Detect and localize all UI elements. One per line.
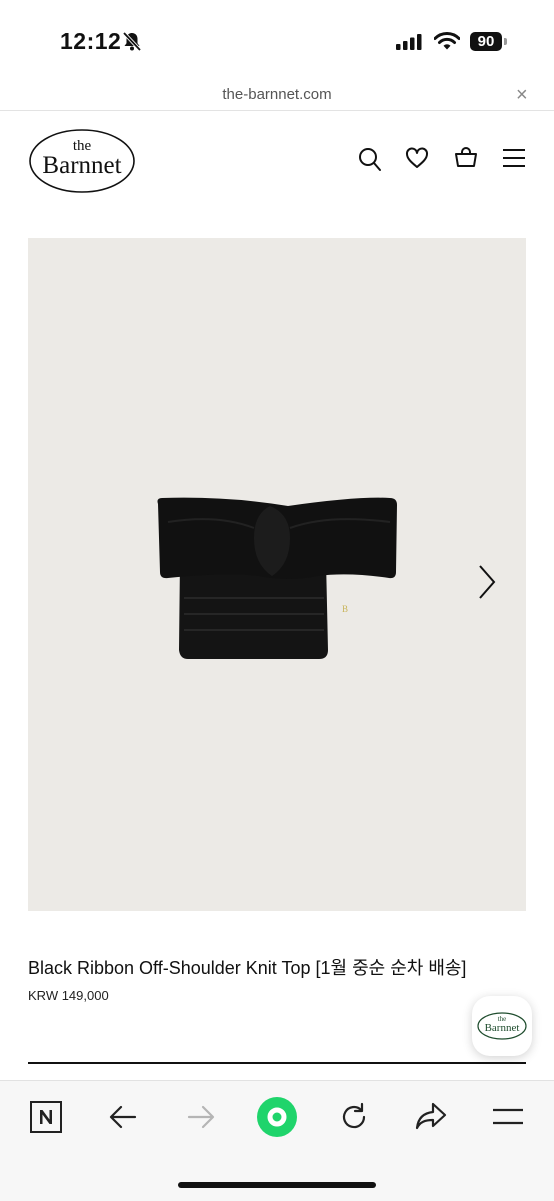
bag-icon[interactable] <box>454 146 478 170</box>
search-icon[interactable] <box>358 146 382 172</box>
url-divider <box>0 110 554 111</box>
brand-logo[interactable]: the Barnnet <box>28 126 138 194</box>
brand-mini-logo: the Barnnet <box>477 1012 527 1040</box>
green-dot-icon[interactable] <box>256 1096 298 1138</box>
menu-icon[interactable] <box>502 148 526 168</box>
url-bar[interactable]: the-barnnet.com <box>0 86 554 103</box>
close-icon[interactable]: × <box>516 84 528 107</box>
status-time: 12:12 <box>60 28 122 54</box>
signal-icon <box>396 34 422 50</box>
product-name: Black Ribbon Off-Shoulder Knit Top [1월 중… <box>28 958 467 978</box>
toolbar-menu-icon[interactable] <box>492 1107 524 1127</box>
heart-icon[interactable] <box>405 146 429 170</box>
next-image-arrow-icon[interactable] <box>472 560 502 604</box>
floating-brand-button[interactable]: the Barnnet <box>472 996 532 1056</box>
battery-indicator: 90 <box>470 32 502 51</box>
logo-main-text: Barnnet <box>42 152 121 179</box>
battery-cap <box>504 38 507 45</box>
forward-arrow-icon[interactable] <box>186 1104 216 1130</box>
knit-top-illustration: B <box>157 497 397 659</box>
wifi-icon <box>434 32 460 50</box>
section-divider <box>28 1062 526 1064</box>
svg-text:Barnnet: Barnnet <box>485 1022 520 1034</box>
reload-icon[interactable] <box>338 1101 370 1133</box>
product-image[interactable]: B <box>28 238 526 911</box>
back-arrow-icon[interactable] <box>108 1104 138 1130</box>
naver-n-icon[interactable] <box>30 1101 62 1133</box>
product-price: KRW 149,000 <box>28 988 109 1003</box>
bell-slash-icon <box>122 31 142 52</box>
home-indicator[interactable] <box>178 1182 376 1188</box>
share-icon[interactable] <box>414 1101 448 1131</box>
svg-text:B: B <box>342 604 348 614</box>
